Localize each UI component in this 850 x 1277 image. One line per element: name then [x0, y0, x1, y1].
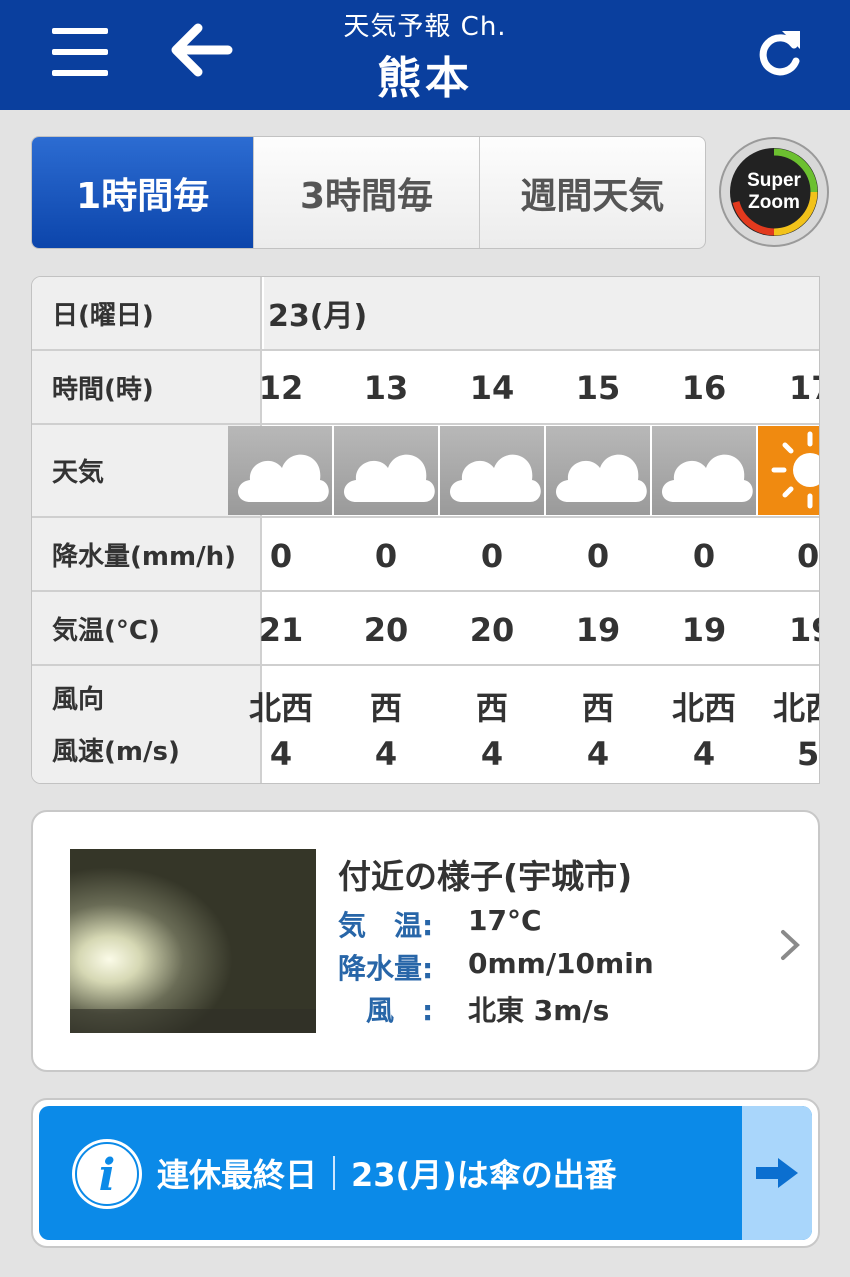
nearby-temp-label: 気 温:	[338, 909, 434, 942]
banner-message: 23(月)は傘の出番	[351, 1156, 617, 1194]
info-banner-body: i 連休最終日 23(月)は傘の出番	[39, 1106, 812, 1240]
info-icon: i	[72, 1139, 142, 1209]
wind-dir-cell: 北西	[773, 689, 819, 727]
forecast-tabs: 1時間毎 3時間毎 週間天気	[31, 136, 706, 249]
hourly-forecast-table[interactable]: 日(曜日) 23(月) 時間(時) 天気 降水量(mm/h) 気温(°C) 風向…	[31, 276, 820, 784]
super-zoom-label-2: Zoom	[748, 192, 800, 213]
info-banner[interactable]: i 連休最終日 23(月)は傘の出番	[31, 1098, 820, 1248]
temp-cell: 19	[789, 611, 819, 649]
nearby-conditions-card[interactable]: 付近の様子(宇城市) 気 温: 17°C 降水量: 0mm/10min 風 : …	[31, 810, 820, 1072]
temp-cell: 21	[258, 611, 304, 649]
chevron-right-icon	[781, 930, 800, 960]
refresh-icon[interactable]	[752, 25, 808, 81]
wind-speed-cell: 4	[480, 735, 504, 773]
row-label-day: 日(曜日)	[32, 277, 262, 349]
nearby-precip-value: 0mm/10min	[468, 947, 654, 980]
wind-speed-cell: 4	[269, 735, 293, 773]
cloud-icon	[228, 426, 332, 515]
wind-dir-cell: 北西	[248, 689, 313, 727]
row-label-wind-speed: 風速(m/s)	[52, 736, 180, 767]
nearby-precip-label: 降水量:	[338, 952, 434, 985]
super-zoom-label-1: Super	[747, 170, 801, 191]
wind-dir-cell: 西	[369, 689, 402, 727]
cloud-icon	[334, 426, 438, 515]
hour-cell: 17	[789, 369, 819, 407]
precip-cell: 0	[374, 537, 398, 575]
precip-cell: 0	[586, 537, 610, 575]
nearby-temp-value: 17°C	[468, 904, 542, 937]
banner-arrow-area[interactable]	[742, 1106, 812, 1240]
super-zoom-button[interactable]: Super Zoom	[718, 136, 830, 248]
page-title: 熊本	[377, 53, 473, 104]
hour-cell: 16	[681, 369, 727, 407]
cloud-icon	[440, 426, 544, 515]
hour-cell: 12	[258, 369, 304, 407]
precip-cell: 0	[797, 537, 820, 575]
tab-3hourly[interactable]: 3時間毎	[253, 137, 478, 248]
banner-separator	[333, 1156, 336, 1190]
banner-headline: 連休最終日	[157, 1156, 318, 1194]
sun-icon	[758, 426, 819, 515]
wind-dir-cell: 北西	[671, 689, 736, 727]
arrow-right-icon	[756, 1158, 798, 1188]
cloud-icon	[546, 426, 650, 515]
temp-cell: 19	[681, 611, 727, 649]
tab-hourly[interactable]: 1時間毎	[32, 137, 254, 248]
wind-speed-cell: 4	[692, 735, 716, 773]
precip-cell: 0	[480, 537, 504, 575]
svg-text:i: i	[99, 1150, 116, 1201]
row-label-wind-dir: 風向	[52, 684, 105, 715]
wind-speed-cell: 4	[586, 735, 610, 773]
nearby-wind-value: 北東 3m/s	[468, 994, 610, 1027]
hour-cell: 14	[469, 369, 515, 407]
day-cell: 23(月)	[264, 277, 819, 349]
live-camera-image	[70, 849, 316, 1033]
wind-speed-cell: 5	[797, 735, 820, 773]
tab-weekly[interactable]: 週間天気	[478, 137, 705, 248]
wind-speed-cell: 4	[374, 735, 398, 773]
wind-dir-cell: 西	[475, 689, 508, 727]
precip-cell: 0	[692, 537, 716, 575]
header-subtitle: 天気予報 Ch.	[343, 12, 507, 42]
cloud-icon	[652, 426, 756, 515]
nearby-wind-label: 風 :	[338, 994, 434, 1027]
precip-cell: 0	[269, 537, 293, 575]
temp-cell: 20	[363, 611, 409, 649]
wind-dir-cell: 西	[581, 689, 614, 727]
temp-cell: 19	[575, 611, 621, 649]
hour-cell: 15	[575, 369, 621, 407]
info-banner-text: 連休最終日 23(月)は傘の出番	[157, 1106, 617, 1240]
temp-cell: 20	[469, 611, 515, 649]
nearby-title: 付近の様子(宇城市)	[338, 857, 633, 896]
app-header: 天気予報 Ch. 熊本	[0, 0, 850, 110]
hour-cell: 13	[363, 369, 409, 407]
